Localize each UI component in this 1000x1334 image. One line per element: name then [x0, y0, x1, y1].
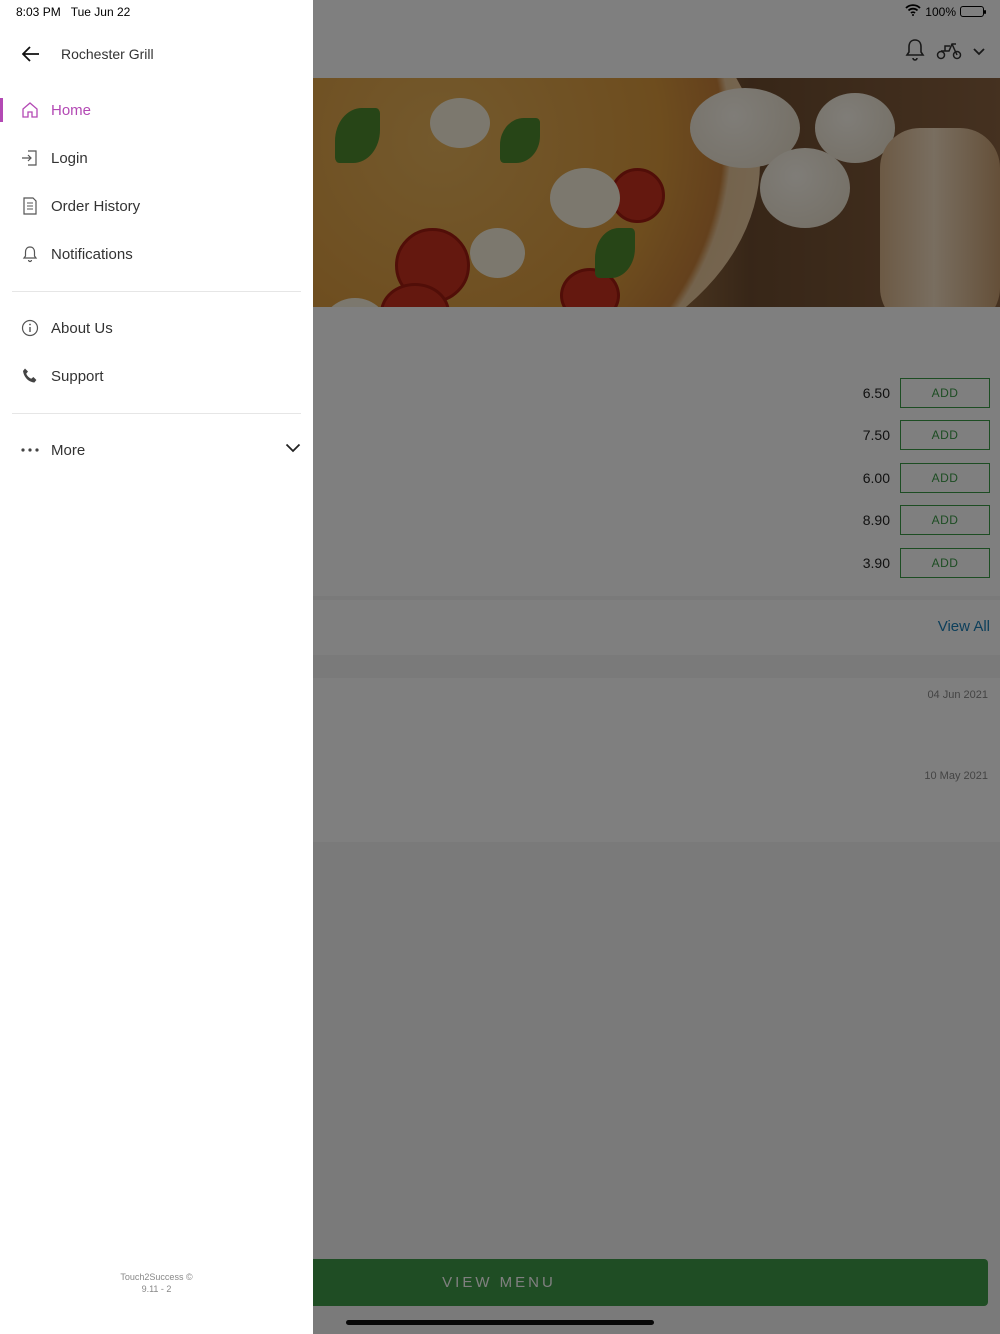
drawer-item-label: Order History	[51, 197, 141, 215]
drawer-item-more[interactable]: More	[0, 427, 313, 473]
home-icon	[20, 100, 40, 120]
battery-icon	[960, 6, 986, 17]
drawer-header: Rochester Grill	[0, 34, 313, 74]
drawer-item-order-history[interactable]: Order History	[0, 183, 313, 229]
drawer-divider	[12, 291, 301, 292]
navigation-drawer: 8:03 PM Tue Jun 22 Rochester Grill Home L…	[0, 0, 313, 1334]
status-bar-right: 100%	[905, 4, 986, 19]
receipt-icon	[20, 196, 40, 216]
drawer-item-label: About Us	[51, 319, 113, 337]
drawer-item-home[interactable]: Home	[0, 87, 313, 133]
back-button[interactable]	[13, 36, 49, 72]
phone-icon	[20, 366, 40, 386]
drawer-divider	[12, 413, 301, 414]
status-date: Tue Jun 22	[70, 5, 131, 19]
active-indicator	[0, 98, 3, 122]
battery-percent: 100%	[925, 4, 956, 19]
bell-icon	[20, 244, 40, 264]
more-dots-icon	[20, 440, 40, 460]
drawer-item-login[interactable]: Login	[0, 135, 313, 181]
store-name: Rochester Grill	[61, 46, 154, 62]
drawer-item-about-us[interactable]: About Us	[0, 305, 313, 351]
drawer-item-label: Home	[51, 101, 92, 119]
drawer-footer: Touch2Success © 9.11 - 2	[0, 1271, 313, 1295]
drawer-item-label: Notifications	[51, 245, 133, 263]
drawer-item-support[interactable]: Support	[0, 353, 313, 399]
wifi-icon	[905, 4, 921, 19]
info-icon	[20, 318, 40, 338]
drawer-item-label: Login	[51, 149, 88, 167]
status-bar-left: 8:03 PM Tue Jun 22	[16, 5, 130, 19]
drawer-item-label: More	[51, 441, 86, 459]
drawer-item-notifications[interactable]: Notifications	[0, 231, 313, 277]
arrow-left-icon	[22, 46, 39, 62]
drawer-item-label: Support	[51, 367, 104, 385]
chevron-down-icon[interactable]	[285, 440, 301, 458]
footer-brand: Touch2Success ©	[120, 1272, 193, 1282]
footer-version: 9.11 - 2	[141, 1284, 172, 1294]
status-time: 8:03 PM	[16, 5, 61, 19]
login-icon	[20, 148, 40, 168]
